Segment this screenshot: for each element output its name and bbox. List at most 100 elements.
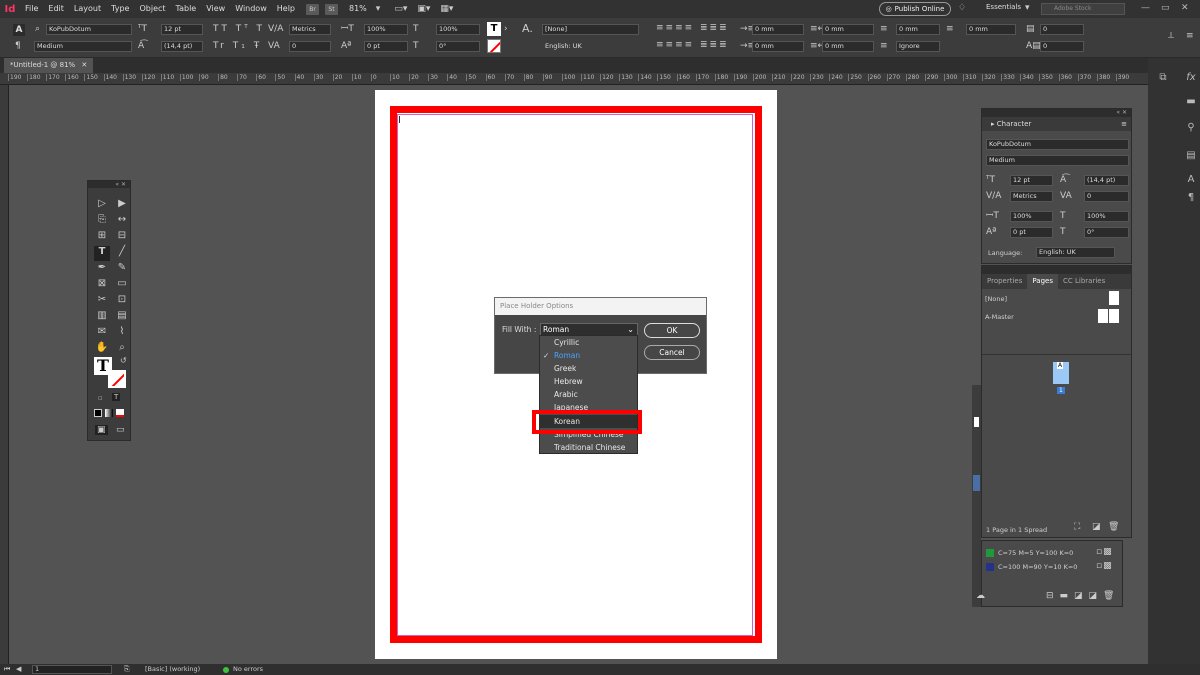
swap-icon[interactable]: ↺: [120, 356, 127, 365]
character-style-field[interactable]: [None]: [542, 24, 639, 35]
apply-none-icon[interactable]: [116, 409, 124, 417]
free-transform-tool-icon[interactable]: ⊡: [114, 294, 130, 309]
formatting-text-icon[interactable]: T: [112, 393, 121, 401]
swatch-label-green[interactable]: C=75 M=5 Y=100 K=0: [998, 549, 1073, 557]
links-icon[interactable]: ⚲: [1180, 122, 1200, 140]
eyedropper-tool-icon[interactable]: ⌇: [114, 326, 130, 341]
swatch-green[interactable]: [986, 549, 994, 557]
paragraph-mode-icon[interactable]: ¶: [15, 41, 21, 52]
kerning-field[interactable]: Metrics: [289, 24, 331, 35]
new-page-icon[interactable]: ◪: [1092, 522, 1101, 533]
a-master-right-thumbnail[interactable]: [1109, 309, 1119, 323]
gradient-swatch-tool-icon[interactable]: ▥: [94, 310, 110, 325]
character-baseline-field[interactable]: 0 pt: [1010, 227, 1053, 238]
apply-color-icon[interactable]: [94, 409, 102, 417]
layers-icon[interactable]: ⧉: [1152, 72, 1174, 90]
fill-type-icon[interactable]: T: [487, 22, 501, 36]
pencil-tool-icon[interactable]: ✎: [114, 262, 130, 277]
stroke-none-icon[interactable]: [487, 39, 501, 53]
stock-search-input[interactable]: Adobe Stock: [1041, 3, 1125, 15]
rectangle-tool-icon[interactable]: ▭: [114, 278, 130, 293]
left-indent-field[interactable]: 0 mm: [752, 24, 804, 35]
text-wrap-icon[interactable]: ▤: [1180, 150, 1200, 168]
stroke-icon[interactable]: ▬: [1180, 96, 1200, 114]
view-options-icon[interactable]: ▭▾: [394, 4, 407, 15]
character-hscale-field[interactable]: 100%: [1084, 211, 1129, 222]
edit-page-size-icon[interactable]: ⛶: [1074, 522, 1080, 533]
panel-menu-icon[interactable]: ≡: [1121, 117, 1127, 131]
formatting-container-icon[interactable]: ▫: [98, 394, 103, 402]
option-roman[interactable]: ✓ Roman: [540, 349, 637, 362]
panel-menu-icon[interactable]: ≡: [1186, 31, 1194, 42]
ok-button[interactable]: OK: [644, 323, 700, 338]
preflight-status[interactable]: No errors: [233, 664, 263, 675]
screen-mode-icon[interactable]: ▭: [116, 425, 125, 435]
first-line-indent-field[interactable]: 0 mm: [752, 41, 804, 52]
pin-icon[interactable]: ⟂: [1168, 31, 1174, 42]
character-vscale-field[interactable]: 100%: [1010, 211, 1053, 222]
tab-pages[interactable]: Pages: [1027, 274, 1058, 289]
character-leading-field[interactable]: (14,4 pt): [1084, 175, 1129, 186]
chevron-down-icon[interactable]: ▾: [376, 4, 381, 15]
last-line-indent-field[interactable]: 0 mm: [822, 41, 874, 52]
character-tracking-field[interactable]: 0: [1084, 191, 1129, 202]
horizontal-scale-field[interactable]: 100%: [436, 24, 480, 35]
note-tool-icon[interactable]: ✉: [94, 326, 110, 341]
swatch-actions-icons[interactable]: ⊟▬◪◪🗑: [1046, 591, 1120, 602]
page-number-field[interactable]: 1: [32, 665, 112, 674]
stroke-swatch[interactable]: [108, 370, 126, 388]
option-arabic[interactable]: Arabic: [540, 388, 637, 401]
first-page-icon[interactable]: ⏮: [4, 664, 10, 675]
menu-view[interactable]: View: [201, 0, 230, 18]
grid-align-field[interactable]: Ignore: [896, 41, 940, 52]
character-font-field[interactable]: KoPubDotum: [986, 139, 1129, 150]
close-tab-icon[interactable]: ✕: [81, 61, 87, 69]
space-after-field[interactable]: 0 mm: [966, 24, 1016, 35]
hand-tool-icon[interactable]: ✋: [94, 342, 110, 357]
collapsed-panel-icon[interactable]: [974, 417, 979, 427]
rectangle-frame-tool-icon[interactable]: ⊠: [94, 278, 110, 293]
skew-field[interactable]: 0°: [436, 41, 480, 52]
zoom-tool-icon[interactable]: ⌕: [114, 342, 130, 357]
caps-buttons[interactable]: TT Tᵀ T: [213, 24, 265, 35]
character-kerning-field[interactable]: Metrics: [1010, 191, 1053, 202]
language-field[interactable]: English: UK: [542, 41, 639, 52]
tab-cc-libraries[interactable]: CC Libraries: [1058, 274, 1110, 289]
pen-tool-icon[interactable]: ✒: [94, 262, 110, 277]
gap-tool-icon[interactable]: ↔: [114, 214, 130, 229]
zoom-level[interactable]: 81%: [344, 0, 372, 18]
option-greek[interactable]: Greek: [540, 362, 637, 375]
cancel-button[interactable]: Cancel: [644, 345, 700, 360]
selection-tool-icon[interactable]: ▷: [94, 198, 110, 213]
font-size-field[interactable]: 12 pt: [161, 24, 203, 35]
tracking-field[interactable]: 0: [289, 41, 331, 52]
collapse-icon[interactable]: « ✕: [88, 181, 130, 188]
align-buttons-bottom[interactable]: ≡≡≡≡: [656, 40, 694, 51]
cloud-icon[interactable]: ☁: [976, 591, 985, 602]
scissors-tool-icon[interactable]: ✂: [94, 294, 110, 309]
bridge-button[interactable]: Br: [306, 3, 319, 15]
font-style-field[interactable]: Medium: [34, 41, 132, 52]
character-icon[interactable]: A: [1180, 174, 1200, 192]
swatch-label-blue[interactable]: C=100 M=90 Y=10 K=0: [998, 563, 1077, 571]
menu-edit[interactable]: Edit: [43, 0, 69, 18]
open-page-icon[interactable]: ⎘: [124, 664, 130, 675]
drop-cap-lines-field[interactable]: 0: [1040, 24, 1084, 35]
a-master-label[interactable]: A-Master: [985, 313, 1014, 321]
tab-properties[interactable]: Properties: [982, 274, 1027, 289]
menu-help[interactable]: Help: [272, 0, 300, 18]
right-indent-field[interactable]: 0 mm: [822, 24, 874, 35]
baseline-shift-field[interactable]: 0 pt: [364, 41, 408, 52]
option-hebrew[interactable]: Hebrew: [540, 375, 637, 388]
restore-icon[interactable]: ▭: [1161, 3, 1170, 13]
justify-buttons-bottom[interactable]: ≣≣≣: [700, 40, 729, 51]
none-master-label[interactable]: [None]: [985, 295, 1007, 303]
paragraph-styles-icon[interactable]: ¶: [1180, 192, 1200, 210]
type-tool-icon[interactable]: T: [94, 246, 110, 261]
content-placer-icon[interactable]: ⊟: [114, 230, 130, 245]
space-before-field[interactable]: 0 mm: [896, 24, 940, 35]
document-tab[interactable]: *Untitled-1 @ 81% ✕: [4, 58, 94, 73]
menu-window[interactable]: Window: [230, 0, 272, 18]
menu-table[interactable]: Table: [171, 0, 202, 18]
swatch-blue[interactable]: [986, 563, 994, 571]
